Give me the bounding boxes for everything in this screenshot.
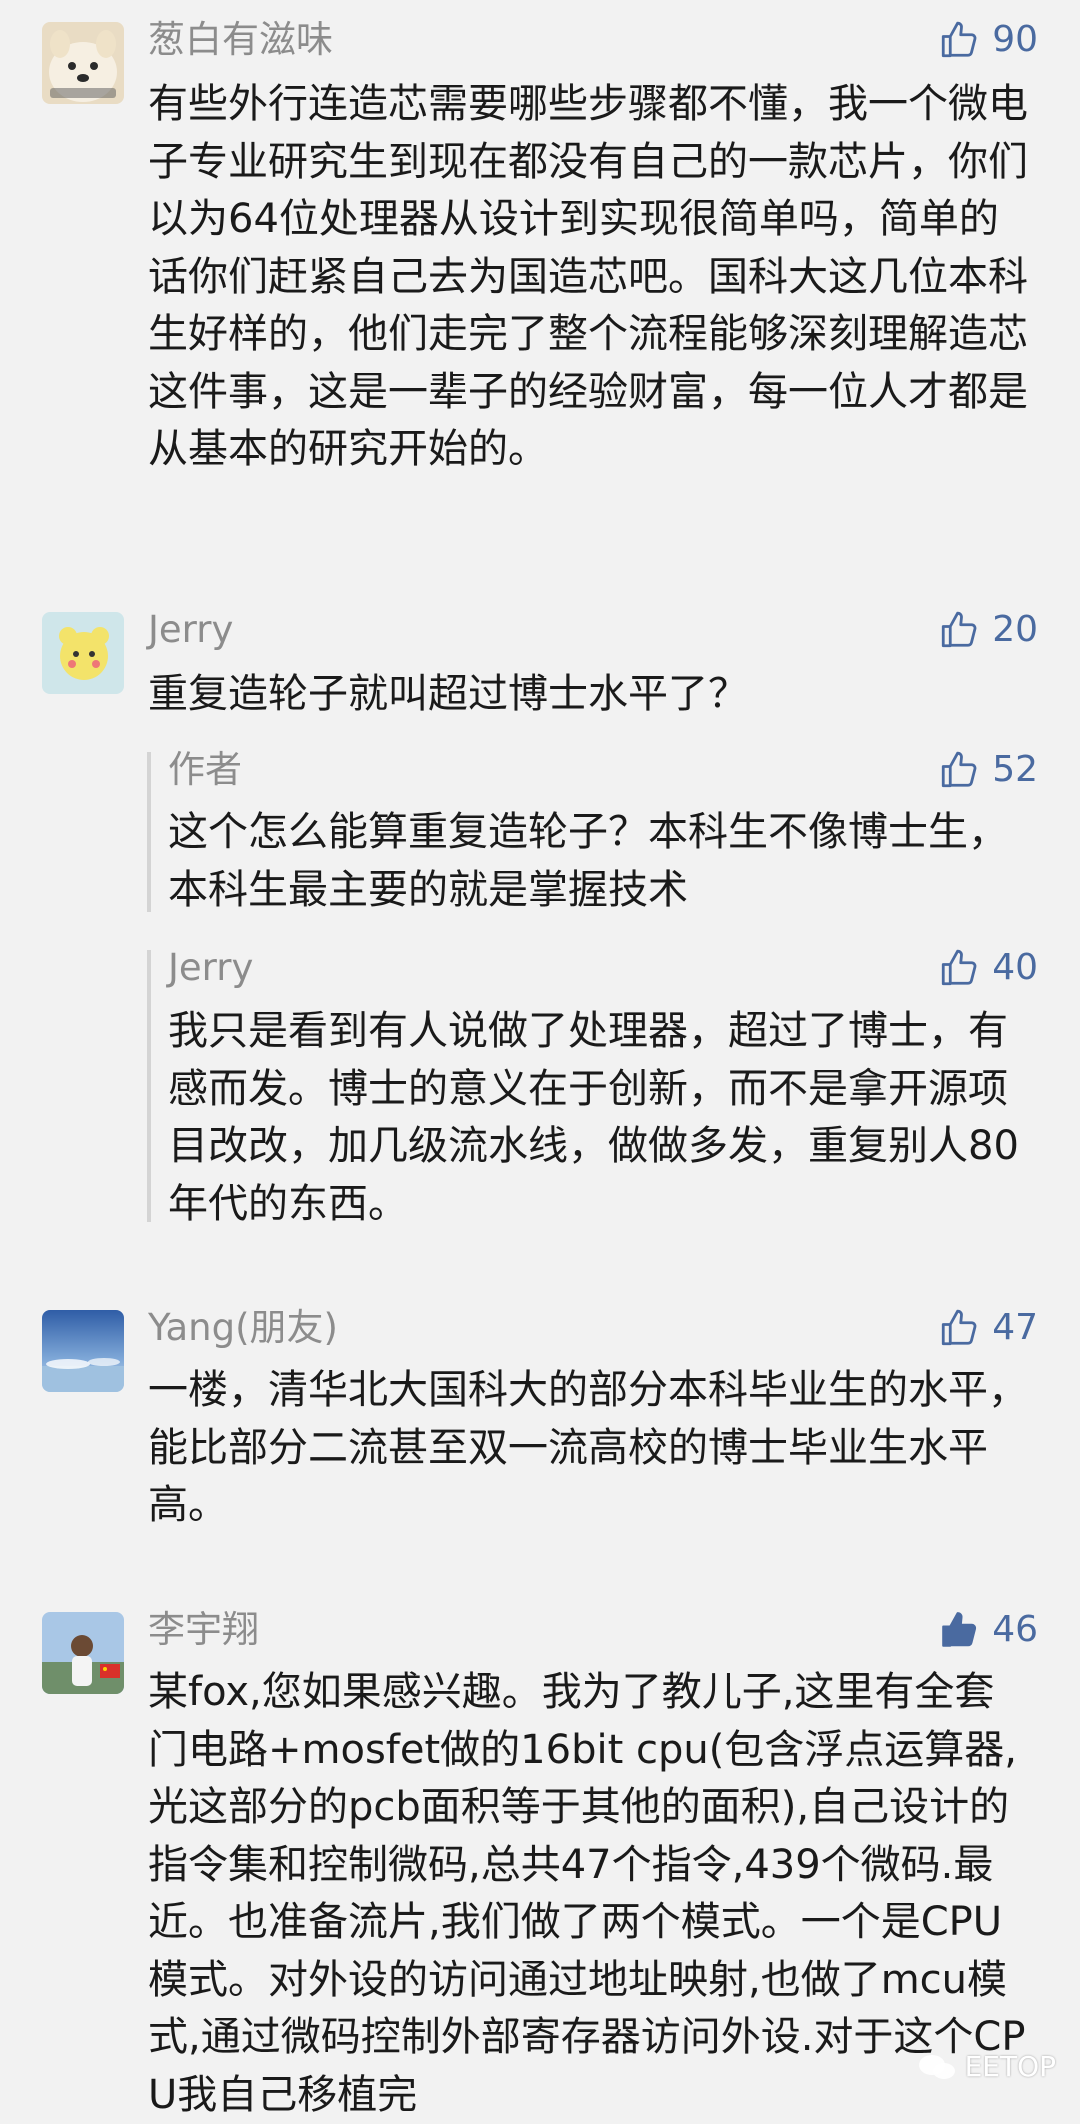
reply-text: 这个怎么能算重复造轮子？本科生不像博士生，本科生最主要的就是掌握技术 (168, 809, 1008, 913)
like-button[interactable]: 20 (938, 608, 1038, 652)
avatar[interactable] (42, 1310, 124, 1392)
thumbs-up-outline-icon (938, 609, 980, 651)
watermark-text: EETOP (964, 2050, 1056, 2083)
like-button[interactable]: 52 (938, 748, 1038, 792)
like-count: 90 (992, 19, 1038, 60)
comment-author[interactable]: 葱白有滋味 (148, 18, 333, 62)
avatar[interactable] (42, 1612, 124, 1694)
like-button[interactable]: 47 (938, 1306, 1038, 1350)
comment-author[interactable]: 李宇翔 (148, 1608, 259, 1652)
comment-text: 一楼，清华北大国科大的部分本科毕业生的水平，能比部分二流甚至双一流高校的博士毕业… (148, 1367, 1028, 1528)
thumbs-up-outline-icon (938, 19, 980, 61)
comment-text: 重复造轮子就叫超过博士水平了？ (148, 671, 748, 717)
like-button[interactable]: 40 (938, 946, 1038, 990)
comment-author[interactable]: Jerry (148, 608, 233, 652)
avatar[interactable] (42, 22, 124, 104)
avatar[interactable] (42, 612, 124, 694)
reply-divider (147, 950, 151, 1222)
thumbs-up-outline-icon (938, 749, 980, 791)
like-button[interactable]: 90 (938, 18, 1038, 62)
thumbs-up-outline-icon (938, 1307, 980, 1349)
comment-text: 有些外行连造芯需要哪些步骤都不懂，我一个微电子专业研究生到现在都没有自己的一款芯… (148, 81, 1028, 472)
like-button[interactable]: 46 (938, 1608, 1038, 1652)
thumbs-up-filled-icon (938, 1609, 980, 1651)
comment-text: 某fox,您如果感兴趣。我为了教儿子,这里有全套门电路+mosfet做的16bi… (148, 1669, 1026, 2118)
comment-list: 葱白有滋味 90 有些外行连造芯需要哪些步骤都不懂，我一个微电子专业研究生到现在… (0, 0, 1080, 2118)
like-count: 40 (992, 947, 1038, 988)
wechat-logo-icon (917, 2052, 957, 2082)
reply-divider (147, 752, 151, 912)
like-count: 52 (992, 749, 1038, 790)
watermark: EETOP (917, 2050, 1056, 2083)
reply-author[interactable]: 作者 (168, 748, 242, 792)
thumbs-up-outline-icon (938, 947, 980, 989)
like-count: 46 (992, 1609, 1038, 1650)
reply-author[interactable]: Jerry (168, 946, 253, 990)
comment-author[interactable]: Yang(朋友) (148, 1306, 338, 1350)
like-count: 20 (992, 609, 1038, 650)
like-count: 47 (992, 1307, 1038, 1348)
reply-text: 我只是看到有人说做了处理器，超过了博士，有感而发。博士的意义在于创新，而不是拿开… (168, 1008, 1019, 1227)
